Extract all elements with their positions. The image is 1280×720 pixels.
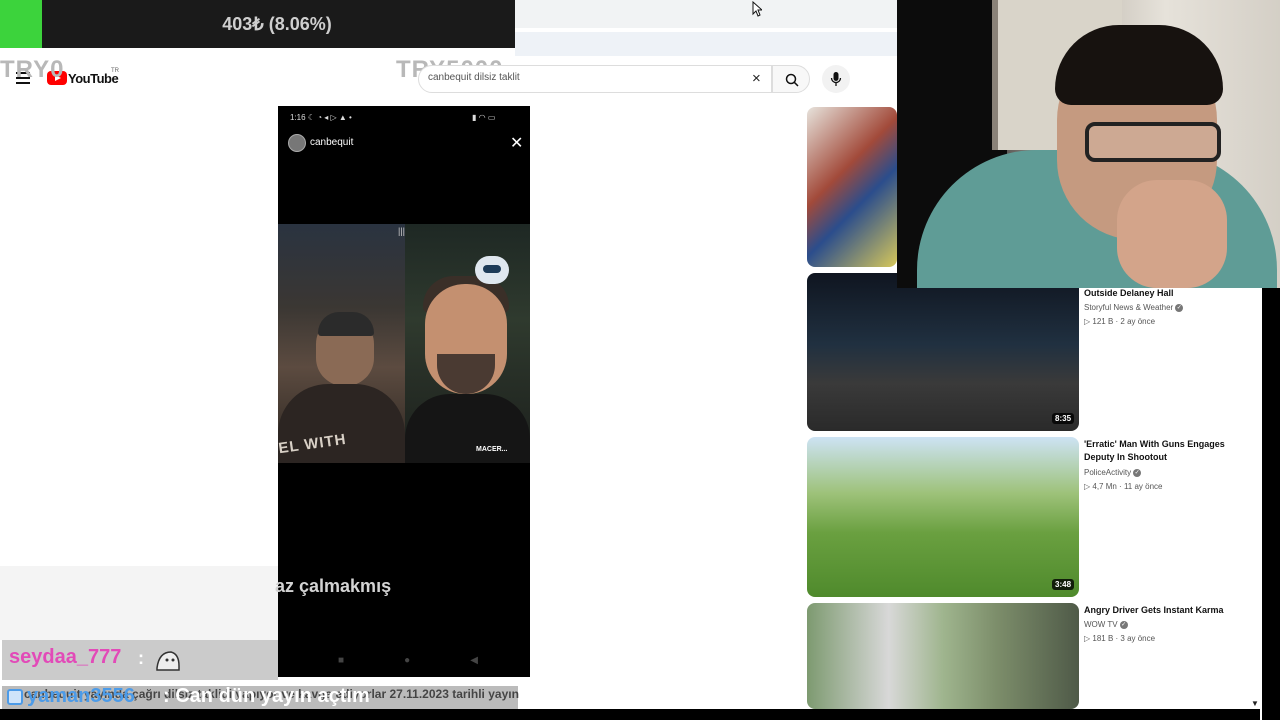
search-query[interactable]: canbequit dilsiz taklit [428, 72, 520, 83]
recommendation-thumbnail[interactable] [807, 437, 1079, 597]
chat-emote-icon [156, 651, 180, 671]
bottom-border [0, 709, 1260, 720]
verified-icon: ✓ [1133, 468, 1142, 477]
video-duration: 3:48 [1052, 579, 1075, 590]
recommendation-title[interactable]: Angry Driver Gets Instant Karma [1084, 604, 1254, 617]
recommendation-thumbnail[interactable] [807, 273, 1079, 431]
recommendation-thumbnail[interactable] [807, 107, 897, 267]
faded-overlay-box [0, 566, 278, 640]
avatar[interactable] [288, 134, 306, 152]
recommendation-title[interactable]: 'Erratic' Man With Guns Engages Deputy I… [1084, 438, 1254, 464]
phone-nav-bar: ■ ● ◀ [338, 655, 478, 666]
voice-search-button[interactable] [822, 65, 850, 93]
subscriber-badge-icon [7, 689, 23, 705]
recommendation-channel[interactable]: WOW TV ✓ [1084, 620, 1128, 629]
browser-tab-strip [515, 0, 897, 28]
mouse-cursor-icon [752, 1, 762, 17]
browser-bookmark-strip [515, 32, 897, 56]
page-scrollbar[interactable] [1262, 288, 1280, 720]
close-icon[interactable]: ✕ [510, 133, 523, 153]
back-icon: ◀ [470, 655, 478, 666]
scroll-down-icon[interactable]: ▼ [1251, 699, 1259, 708]
video-duration: 8:35 [1052, 413, 1075, 424]
robot-avatar-icon [475, 256, 509, 284]
recommendation-meta: ▷ 181 B · 3 ay önce [1084, 634, 1156, 643]
recommendation-channel[interactable]: Storyful News & Weather ✓ [1084, 303, 1184, 312]
recommendation-title[interactable]: Outside Delaney Hall [1084, 287, 1254, 300]
region-code: TR [111, 68, 119, 74]
call-participant-right [405, 224, 530, 463]
search-button[interactable] [772, 65, 810, 93]
phone-status-icons: ▮ ◠ ▭ [472, 113, 496, 122]
chat-message-text: : Can dün yayın açtım [163, 685, 370, 707]
search-icon [785, 73, 799, 87]
chat-username: yaman3556 [27, 685, 135, 707]
close-icon[interactable]: × [752, 70, 761, 87]
mic-icon [830, 72, 842, 86]
verified-icon: ✓ [1119, 620, 1128, 629]
recommendation-meta: ▷ 4,7 Mn · 11 ay önce [1084, 482, 1163, 491]
goal-start-label: TRY0 [0, 56, 65, 83]
audio-level-icon: ||| [398, 226, 406, 236]
recommendation-meta: ▷ 121 B · 2 ay önce [1084, 317, 1156, 326]
phone-status-time: 1:16 ☾ ◔ ◂ ▷ ▲ • [290, 113, 352, 122]
donation-goal-text: 403₺ (8.06%) [222, 14, 332, 34]
recent-apps-icon: ■ [338, 655, 345, 666]
verified-icon: ✓ [1175, 303, 1184, 312]
recommendation-channel[interactable]: PoliceActivity ✓ [1084, 468, 1142, 477]
call-participant-name: MACER... [476, 446, 508, 453]
donation-goal-fill [0, 0, 42, 48]
faded-caption: az çalmakmış [275, 576, 392, 596]
streamer-webcam [897, 0, 1280, 288]
recommendation-thumbnail[interactable] [807, 603, 1079, 709]
chat-username: seydaa_777 [9, 646, 122, 668]
home-icon: ● [404, 655, 411, 666]
story-username[interactable]: canbequit [310, 137, 353, 148]
chat-separator: : [138, 648, 144, 668]
